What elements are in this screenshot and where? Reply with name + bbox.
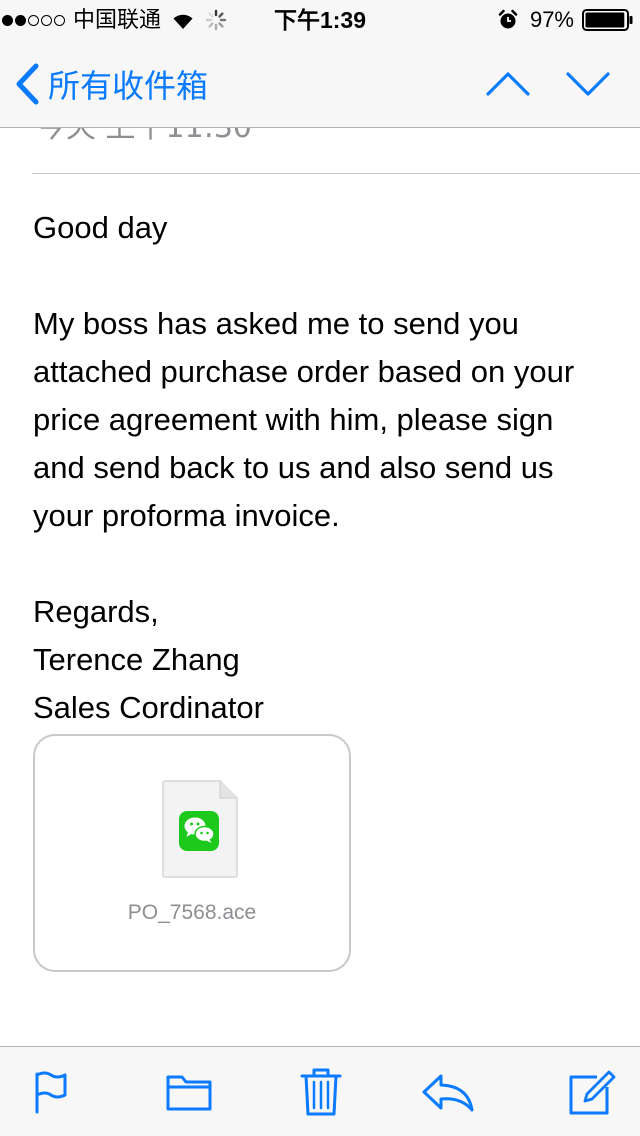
wifi-icon [171,10,195,30]
signal-dot [41,14,52,26]
signal-dot [54,14,65,26]
email-paragraph: My boss has asked me to send you attache… [33,306,575,533]
status-bar: 中国联通 下午1:39 97% [0,0,640,40]
nav-bar: 所有收件箱 [0,40,640,128]
email-closing: Regards, [33,594,159,629]
battery-icon [582,9,634,31]
delete-button[interactable] [296,1047,346,1136]
sender-name: Terence Zhang [33,642,240,677]
reply-button[interactable] [420,1047,476,1136]
carrier-name: 中国联通 [73,7,162,32]
signal-strength-icon [2,14,67,26]
signal-dot [15,14,26,26]
folder-icon [166,1075,212,1111]
attachment-card[interactable]: PO_7568.ace [33,734,351,972]
back-button-label: 所有收件箱 [48,67,209,105]
alarm-clock-icon [498,9,518,31]
chevron-up-icon [486,72,530,96]
header-divider [32,173,640,174]
flag-button[interactable] [22,1047,78,1136]
file-icon [162,780,238,878]
wechat-icon [179,811,219,851]
email-date-header: 今天 上午11:30 [36,128,252,146]
chevron-down-icon [566,72,610,96]
activity-spinner-icon [205,9,227,31]
previous-message-button[interactable] [484,64,532,104]
move-to-folder-button[interactable] [160,1047,218,1136]
flag-icon [35,1071,67,1114]
chevron-left-icon [14,62,40,106]
email-screen: 中国联通 下午1:39 97% 所有收件箱 Good day My boss h… [0,0,640,1136]
email-body: Good day My boss has asked me to send yo… [33,204,613,732]
email-content[interactable]: 今天 上午11:30 Good day My boss has asked me… [0,128,640,1046]
status-left: 中国联通 [0,0,227,40]
status-right: 97% [498,0,634,40]
back-button[interactable]: 所有收件箱 [14,40,208,128]
trash-icon [300,1068,342,1116]
battery-percent: 97% [529,7,574,32]
sender-title: Sales Cordinator [33,690,264,725]
signal-dot [2,14,13,26]
next-message-button[interactable] [564,64,612,104]
reply-icon [422,1074,474,1112]
compose-button[interactable] [564,1047,620,1136]
compose-icon [569,1070,616,1115]
bottom-toolbar [0,1046,640,1136]
signal-dot [28,14,39,26]
attachment-filename: PO_7568.ace [127,901,257,924]
email-greeting: Good day [33,210,168,245]
